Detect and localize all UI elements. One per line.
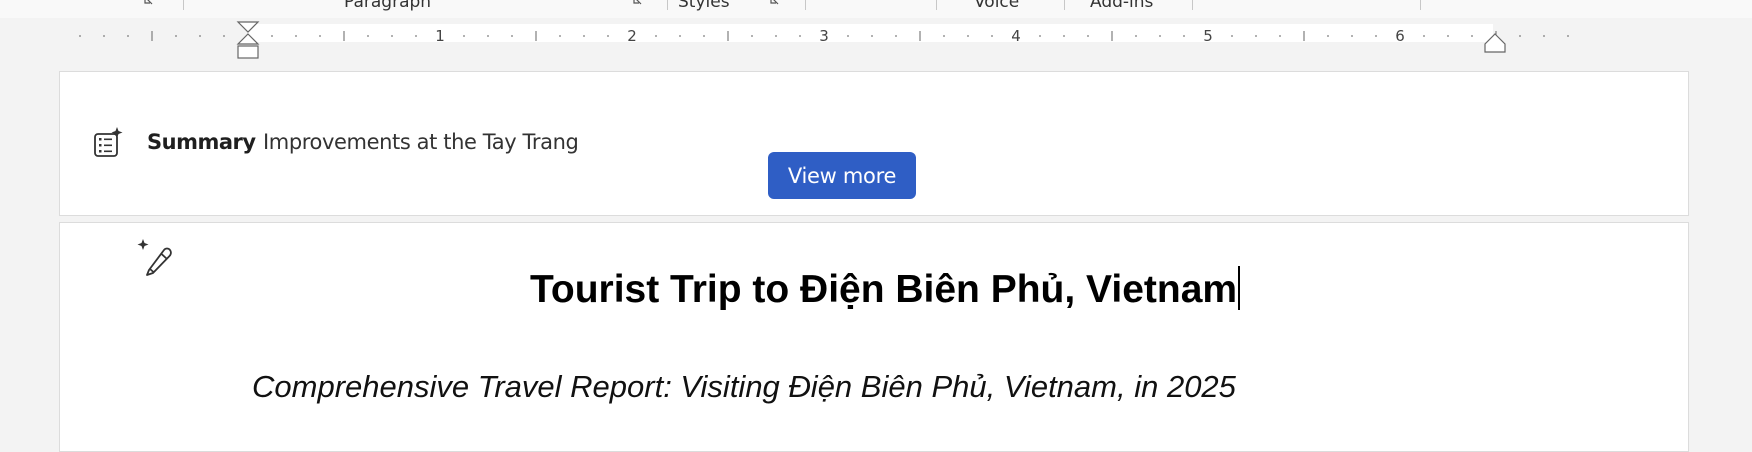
- summary-card: Summary Improvements at the Tay Trang Vi…: [59, 71, 1689, 216]
- ruler-number: 4: [1011, 27, 1021, 45]
- document-subtitle[interactable]: Comprehensive Travel Report: Visiting Đi…: [252, 369, 1236, 405]
- right-indent-marker-icon[interactable]: [1483, 32, 1507, 54]
- ribbon-separator: [1192, 0, 1193, 10]
- paragraph-dialog-launcher-icon[interactable]: [633, 0, 643, 6]
- summary-text: Improvements at the Tay Trang: [263, 130, 579, 154]
- ribbon-group-styles: Styles: [678, 0, 730, 12]
- document-title-text[interactable]: Tourist Trip to Điện Biên Phủ, Vietnam: [530, 268, 1237, 311]
- ribbon-separator: [183, 0, 184, 10]
- ribbon-group-add-ins: Add-ins: [1090, 0, 1154, 12]
- indent-marker-icon[interactable]: [236, 20, 260, 64]
- styles-dialog-launcher-icon[interactable]: [770, 0, 780, 6]
- ruler-number: 1: [435, 27, 445, 45]
- document-page[interactable]: Tourist Trip to Điện Biên Phủ, Vietnam C…: [59, 222, 1689, 452]
- ribbon-separator: [667, 0, 668, 10]
- ruler-number: 5: [1203, 27, 1213, 45]
- text-cursor: [1238, 266, 1241, 310]
- ribbon-separator: [805, 0, 806, 10]
- summary-label: Summary: [147, 130, 256, 154]
- ruler-number: 2: [627, 27, 637, 45]
- summary-list-sparkle-icon: [94, 127, 123, 157]
- ruler-number: 3: [819, 27, 829, 45]
- ribbon-group-labels: Paragraph Styles Voice Add-ins: [0, 0, 1752, 19]
- document-title[interactable]: Tourist Trip to Điện Biên Phủ, Vietnam: [60, 266, 1690, 312]
- ribbon-separator: [936, 0, 937, 10]
- ribbon-separator: [1420, 0, 1421, 10]
- ruler-number: 6: [1395, 27, 1405, 45]
- ribbon-group-paragraph: Paragraph: [344, 0, 432, 12]
- view-more-button[interactable]: View more: [768, 152, 916, 199]
- ribbon-group-voice: Voice: [974, 0, 1020, 12]
- horizontal-ruler[interactable]: 1 2 3 4 5 6: [0, 18, 1752, 64]
- ribbon-separator: [1064, 0, 1065, 10]
- font-dialog-launcher-icon[interactable]: [144, 0, 154, 6]
